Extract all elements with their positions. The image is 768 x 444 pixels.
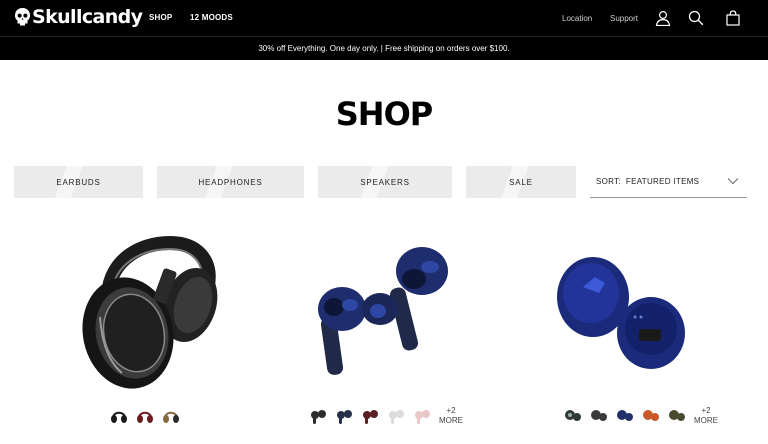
swatch-pink[interactable] — [411, 405, 433, 427]
swatch-navy[interactable] — [333, 405, 355, 427]
swatch-black[interactable] — [307, 405, 329, 427]
page-title: SHOP — [335, 95, 433, 133]
tab-earbuds[interactable]: EARBUDS — [14, 166, 143, 198]
color-swatches: +2 MORE — [270, 403, 500, 429]
nav-shop[interactable]: SHOP — [149, 13, 172, 22]
swatch-blue[interactable] — [614, 405, 636, 427]
swatch-white[interactable] — [385, 405, 407, 427]
tab-label: EARBUDS — [56, 177, 101, 187]
swatch-gray[interactable] — [588, 405, 610, 427]
product-card[interactable] — [30, 225, 260, 444]
tab-label: SPEAKERS — [360, 177, 410, 187]
top-navigation: Skullcandy SHOP 12 MOODS Location Suppor… — [0, 0, 768, 36]
sort-label: SORT: — [596, 177, 621, 186]
user-icon[interactable] — [655, 10, 671, 26]
promo-banner[interactable]: 30% off Everything. One day only. | Free… — [0, 36, 768, 60]
product-card[interactable]: +2 MORE — [525, 225, 755, 444]
swatch-orange[interactable] — [640, 405, 662, 427]
tab-label: SALE — [509, 177, 533, 187]
color-swatches — [30, 403, 260, 429]
chevron-down-icon — [727, 178, 739, 185]
nav-location[interactable]: Location — [562, 14, 592, 23]
tab-speakers[interactable]: SPEAKERS — [318, 166, 452, 198]
product-image-earbuds[interactable] — [270, 225, 500, 395]
tab-label: HEADPHONES — [198, 177, 263, 187]
swatch-green[interactable] — [562, 405, 584, 427]
more-colors-link[interactable]: +2 MORE — [439, 406, 463, 426]
tab-sale[interactable]: SALE — [466, 166, 576, 198]
nav-12-moods[interactable]: 12 MOODS — [190, 13, 233, 22]
skull-logo-icon — [15, 8, 30, 26]
color-swatches: +2 MORE — [525, 403, 755, 429]
swatch-red[interactable] — [359, 405, 381, 427]
nav-support[interactable]: Support — [610, 14, 638, 23]
sort-dropdown[interactable]: SORT: FEATURED ITEMS — [590, 166, 747, 198]
sort-value: FEATURED ITEMS — [625, 177, 700, 186]
product-card[interactable]: +2 MORE — [270, 225, 500, 444]
tab-headphones[interactable]: HEADPHONES — [157, 166, 304, 198]
swatch-olive[interactable] — [666, 405, 688, 427]
product-image-round-earbuds[interactable] — [525, 225, 755, 395]
swatch-tan[interactable] — [160, 405, 182, 427]
skullcandy-logo[interactable]: Skullcandy — [14, 6, 143, 28]
more-colors-link[interactable]: +2 MORE — [694, 406, 718, 426]
search-icon[interactable] — [688, 10, 704, 26]
logo-text: Skullcandy — [32, 6, 143, 28]
swatch-red[interactable] — [134, 405, 156, 427]
product-image-headphones[interactable] — [30, 225, 260, 395]
bag-icon[interactable] — [725, 10, 741, 26]
swatch-black[interactable] — [108, 405, 130, 427]
